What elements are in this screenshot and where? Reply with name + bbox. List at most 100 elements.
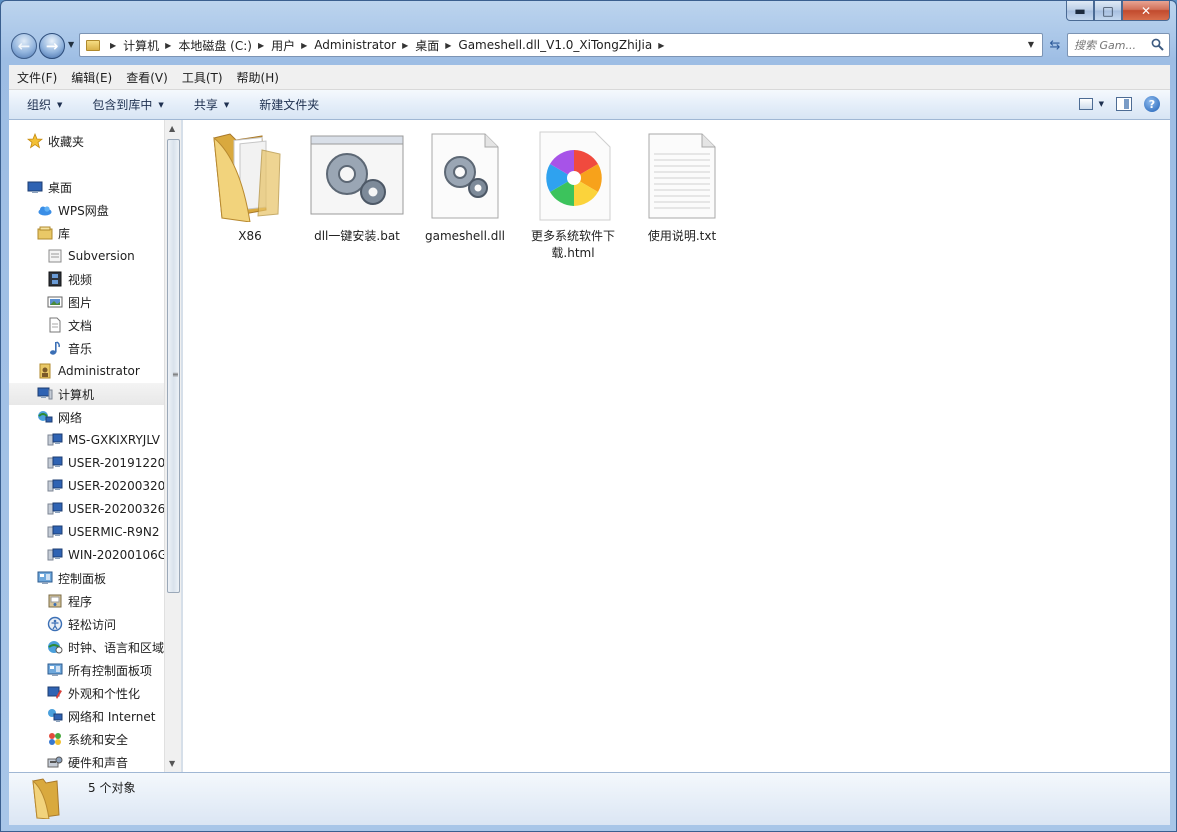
chevron-right-icon[interactable]: ▶	[165, 41, 171, 50]
chevron-right-icon[interactable]: ▶	[301, 41, 307, 50]
nav-item-ease-of-access[interactable]: 轻松访问	[47, 613, 116, 635]
nav-item-network-pc-6[interactable]: WIN-20200106G	[47, 544, 164, 566]
chevron-right-icon[interactable]: ▶	[658, 41, 664, 50]
scroll-thumb[interactable]: ≡	[167, 139, 180, 593]
appearance-icon	[47, 686, 62, 699]
nav-item-network[interactable]: 网络	[37, 406, 82, 428]
nav-item-subversion[interactable]: Subversion	[47, 245, 135, 267]
network-computer-icon	[47, 548, 63, 561]
chevron-right-icon[interactable]: ▶	[258, 41, 264, 50]
network-computer-icon	[47, 456, 63, 469]
scroll-up-icon[interactable]: ▲	[169, 124, 175, 133]
network-icon	[38, 411, 53, 423]
menu-help[interactable]: 帮助(H)	[231, 69, 285, 86]
breadcrumb-item-users[interactable]: 用户	[271, 37, 295, 54]
nav-item-documents[interactable]: 文档	[47, 314, 92, 336]
search-box[interactable]	[1067, 33, 1170, 57]
chevron-right-icon[interactable]: ▶	[445, 41, 451, 50]
nav-label: USER-20200326	[68, 502, 164, 516]
nav-item-favorites[interactable]: 收藏夹	[27, 130, 84, 152]
star-icon	[27, 133, 43, 149]
chevron-down-icon[interactable]: ▼	[1099, 100, 1104, 108]
file-item-html[interactable]: 更多系统软件下载.html	[523, 130, 623, 262]
navigation-scrollbar[interactable]: ▲ ≡ ▼	[164, 120, 181, 772]
nav-label: Subversion	[68, 249, 135, 263]
change-view-icon[interactable]	[1078, 98, 1093, 110]
menu-file[interactable]: 文件(F)	[11, 69, 63, 86]
nav-label: 轻松访问	[68, 617, 117, 632]
breadcrumb-item-administrator[interactable]: Administrator	[314, 38, 396, 52]
nav-item-network-internet[interactable]: 网络和 Internet	[47, 705, 155, 727]
chevron-down-icon: ▼	[158, 100, 164, 109]
file-list: X86 dll一键安装.bat gameshell.dll 更多系统软件下载.h…	[183, 120, 1170, 772]
close-button[interactable]: ✕	[1122, 1, 1170, 21]
nav-item-network-pc-4[interactable]: USER-20200326	[47, 498, 164, 520]
nav-item-pictures[interactable]: 图片	[47, 291, 92, 313]
search-icon[interactable]	[1151, 38, 1164, 51]
file-name: X86	[238, 229, 262, 243]
nav-label: WPS网盘	[58, 203, 109, 218]
breadcrumb-item-current-folder[interactable]: Gameshell.dll_V1.0_XiTongZhiJia	[458, 38, 652, 52]
nav-item-computer[interactable]: 计算机	[9, 383, 164, 405]
recent-pages-dropdown-icon[interactable]: ▼	[68, 40, 74, 49]
breadcrumb-item-local-disk[interactable]: 本地磁盘 (C:)	[178, 37, 252, 54]
nav-item-wps-cloud[interactable]: WPS网盘	[37, 199, 109, 221]
nav-item-library[interactable]: 库	[37, 222, 70, 244]
nav-item-network-pc-5[interactable]: USERMIC-R9N2	[47, 521, 160, 543]
nav-item-desktop[interactable]: 桌面	[27, 176, 72, 198]
nav-item-programs[interactable]: 程序	[47, 590, 92, 612]
chevron-down-icon: ▼	[223, 100, 230, 109]
file-item-txt[interactable]: 使用说明.txt	[632, 130, 732, 245]
address-bar[interactable]: ▶ 计算机 ▶ 本地磁盘 (C:) ▶ 用户 ▶ Administrator ▶…	[79, 33, 1043, 57]
chevron-right-icon[interactable]: ▶	[110, 41, 116, 50]
organize-button[interactable]: 组织 ▼	[17, 96, 72, 113]
file-item-dll[interactable]: gameshell.dll	[415, 130, 515, 245]
file-name: dll一键安装.bat	[314, 229, 400, 243]
nav-item-network-pc-1[interactable]: MS-GXKIXRYJLV	[47, 429, 160, 451]
nav-item-system-security[interactable]: 系统和安全	[47, 728, 128, 750]
grip-icon: ≡	[172, 370, 179, 379]
menu-edit[interactable]: 编辑(E)	[65, 69, 118, 86]
maximize-button[interactable]: □	[1094, 1, 1122, 21]
refresh-button[interactable]: ⇆	[1045, 34, 1065, 56]
nav-label: USER-20200320	[68, 479, 164, 493]
nav-item-network-pc-2[interactable]: USER-20191220I	[47, 452, 164, 474]
nav-item-all-control-panel-items[interactable]: 所有控制面板项	[47, 659, 152, 681]
include-in-library-button[interactable]: 包含到库中 ▼	[82, 96, 173, 113]
file-item-folder[interactable]: X86	[200, 130, 300, 245]
nav-item-administrator[interactable]: Administrator	[37, 360, 140, 382]
new-folder-button[interactable]: 新建文件夹	[249, 96, 329, 113]
nav-item-network-pc-3[interactable]: USER-20200320	[47, 475, 164, 497]
back-button[interactable]: ←	[11, 33, 37, 59]
item-count: 5 个对象	[88, 781, 136, 795]
nav-item-clock-language-region[interactable]: 时钟、语言和区域	[47, 636, 164, 658]
preview-pane-icon[interactable]	[1116, 97, 1132, 111]
nav-label: 控制面板	[58, 571, 107, 586]
menu-tools[interactable]: 工具(T)	[176, 69, 229, 86]
file-item-bat[interactable]: dll一键安装.bat	[307, 130, 407, 245]
help-icon[interactable]: ?	[1144, 96, 1160, 112]
forward-button[interactable]: →	[39, 33, 65, 59]
nav-item-videos[interactable]: 视频	[47, 268, 92, 290]
nav-label: 外观和个性化	[68, 686, 141, 701]
nav-item-control-panel[interactable]: 控制面板	[37, 567, 106, 589]
music-note-icon	[50, 341, 60, 355]
breadcrumb-item-desktop[interactable]: 桌面	[415, 37, 439, 54]
control-panel-icon	[37, 571, 53, 584]
chevron-right-icon[interactable]: ▶	[402, 41, 408, 50]
nav-item-hardware-sound[interactable]: 硬件和声音	[47, 751, 128, 772]
address-dropdown-icon[interactable]: ▼	[1028, 40, 1034, 49]
nav-label: 时钟、语言和区域	[68, 640, 164, 655]
nav-item-music[interactable]: 音乐	[47, 337, 92, 359]
scroll-down-icon[interactable]: ▼	[169, 759, 175, 768]
dll-file-icon	[415, 130, 515, 222]
nav-item-appearance[interactable]: 外观和个性化	[47, 682, 140, 704]
organize-label: 组织	[27, 98, 52, 112]
breadcrumb-item-computer[interactable]: 计算机	[123, 37, 159, 54]
menu-view[interactable]: 查看(V)	[120, 69, 174, 86]
refresh-icon: ⇆	[1049, 37, 1061, 53]
search-input[interactable]	[1074, 38, 1150, 52]
share-button[interactable]: 共享 ▼	[184, 96, 239, 113]
minimize-button[interactable]: ▬	[1066, 1, 1094, 21]
nav-label: 桌面	[48, 180, 73, 195]
